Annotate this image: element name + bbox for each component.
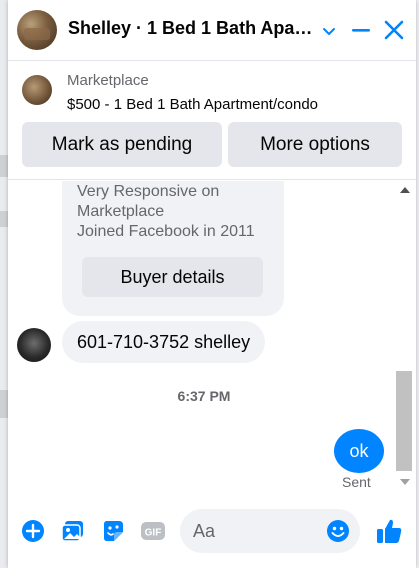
message-timestamp: 6:37 PM [177, 388, 231, 404]
profile-responsiveness-scope: Marketplace [77, 203, 165, 220]
background-element [0, 155, 8, 177]
sticker-icon[interactable] [100, 518, 126, 544]
message-composer: GIF [8, 494, 416, 568]
minimize-icon[interactable] [349, 18, 373, 42]
background-element [0, 211, 8, 227]
background-element [0, 390, 8, 418]
mark-as-pending-button[interactable]: Mark as pending [22, 122, 222, 167]
buyer-details-button[interactable]: Buyer details [82, 257, 263, 297]
chevron-down-icon[interactable] [318, 20, 340, 42]
marketplace-listing-bar: Marketplace $500 - 1 Bed 1 Bath Apartmen… [8, 62, 416, 180]
scrollbar-thumb[interactable] [396, 371, 412, 471]
scroll-up-arrow-icon[interactable] [400, 187, 410, 193]
chat-title[interactable]: Shelley · 1 Bed 1 Bath Apartment/condo [68, 18, 318, 39]
message-thread[interactable]: Very Responsive on Marketplace Joined Fa… [8, 181, 416, 494]
more-options-button[interactable]: More options [228, 122, 402, 167]
gif-icon[interactable]: GIF [140, 518, 166, 544]
background-page-strip [0, 0, 8, 568]
listing-title[interactable]: $500 - 1 Bed 1 Bath Apartment/condo [67, 96, 318, 113]
plus-icon[interactable] [20, 518, 46, 544]
photo-icon[interactable] [60, 518, 86, 544]
profile-responsiveness: Very Responsive on [77, 183, 220, 200]
scroll-down-arrow-icon[interactable] [400, 479, 410, 485]
chat-header[interactable]: Shelley · 1 Bed 1 Bath Apartment/condo [8, 0, 416, 61]
incoming-message-bubble[interactable]: 601-710-3752 shelley [62, 321, 266, 363]
thumbs-up-icon[interactable] [375, 517, 403, 545]
profile-joined-date: Joined Facebook in 2011 [77, 223, 255, 240]
close-icon[interactable] [382, 18, 406, 42]
listing-thumbnail[interactable] [22, 75, 52, 105]
outgoing-message-bubble[interactable]: ok [334, 429, 384, 473]
sender-avatar[interactable] [17, 328, 51, 362]
buyer-profile-card: Very Responsive on Marketplace Joined Fa… [62, 181, 284, 316]
chat-window: Shelley · 1 Bed 1 Bath Apartment/condo M… [8, 0, 416, 568]
sent-status: Sent [342, 474, 371, 490]
marketplace-label: Marketplace [67, 72, 149, 89]
message-scrollbar[interactable] [396, 181, 412, 494]
listing-avatar[interactable] [17, 10, 57, 50]
emoji-icon[interactable] [326, 519, 350, 543]
svg-text:GIF: GIF [145, 528, 162, 539]
